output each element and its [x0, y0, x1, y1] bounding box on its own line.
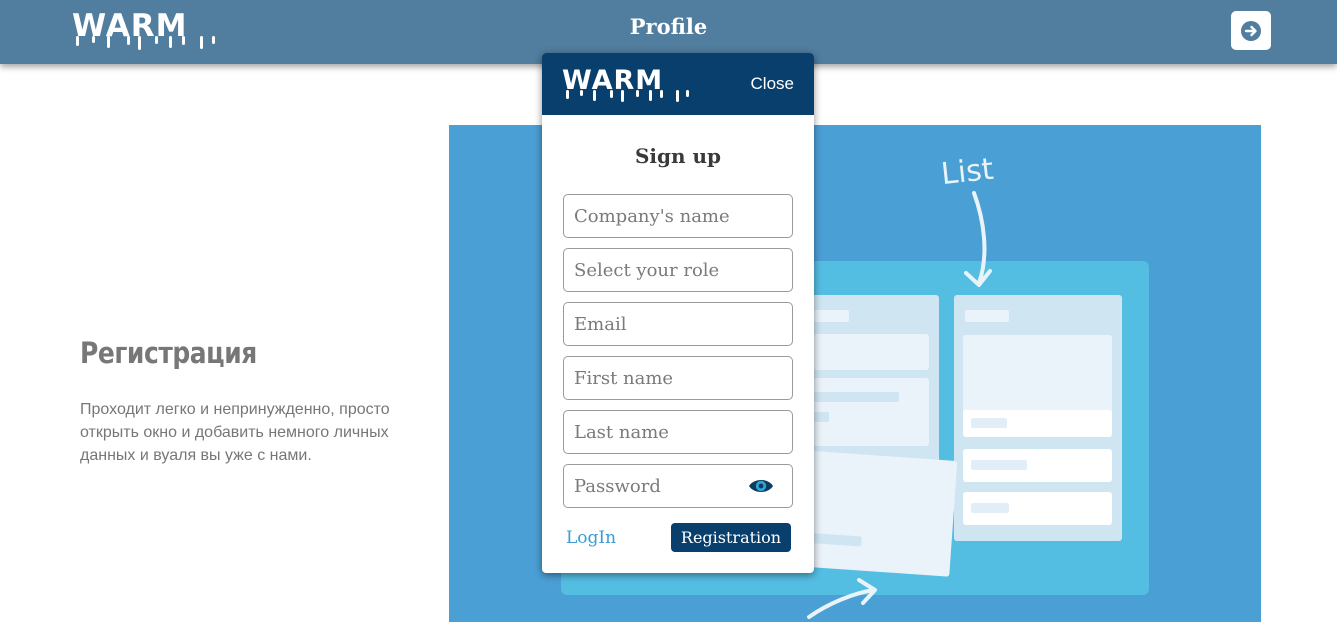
modal-logo-drip-icon: [566, 90, 689, 102]
role-select-field[interactable]: [563, 248, 793, 292]
eye-icon[interactable]: [748, 477, 774, 499]
company-name-field[interactable]: [563, 194, 793, 238]
modal-header: WARM Close: [542, 53, 814, 115]
login-link[interactable]: LogIn: [566, 528, 616, 548]
password-field[interactable]: [563, 464, 793, 508]
signup-modal: WARM Close Sign up Company's name Select…: [542, 53, 814, 573]
email-field[interactable]: [563, 302, 793, 346]
illustration-list-label: List: [939, 152, 995, 192]
registration-button[interactable]: Registration: [671, 523, 791, 552]
last-name-field[interactable]: [563, 410, 793, 454]
close-button[interactable]: Close: [751, 74, 794, 94]
first-name-input[interactable]: [564, 357, 792, 399]
email-input[interactable]: [564, 303, 792, 345]
last-name-input[interactable]: [564, 411, 792, 453]
signup-title: Sign up: [634, 144, 722, 168]
role-select-input[interactable]: [564, 249, 792, 291]
first-name-field[interactable]: [563, 356, 793, 400]
registration-heading: Регистрация: [80, 336, 257, 370]
page-title: Profile: [629, 14, 708, 39]
registration-description: Проходит легко и непринужденно, просто о…: [80, 401, 390, 464]
logout-button[interactable]: [1231, 11, 1271, 50]
modal-warm-logo: WARM: [562, 65, 689, 102]
arrow-right-circle-icon: [1241, 20, 1261, 41]
company-name-input[interactable]: [564, 195, 792, 237]
